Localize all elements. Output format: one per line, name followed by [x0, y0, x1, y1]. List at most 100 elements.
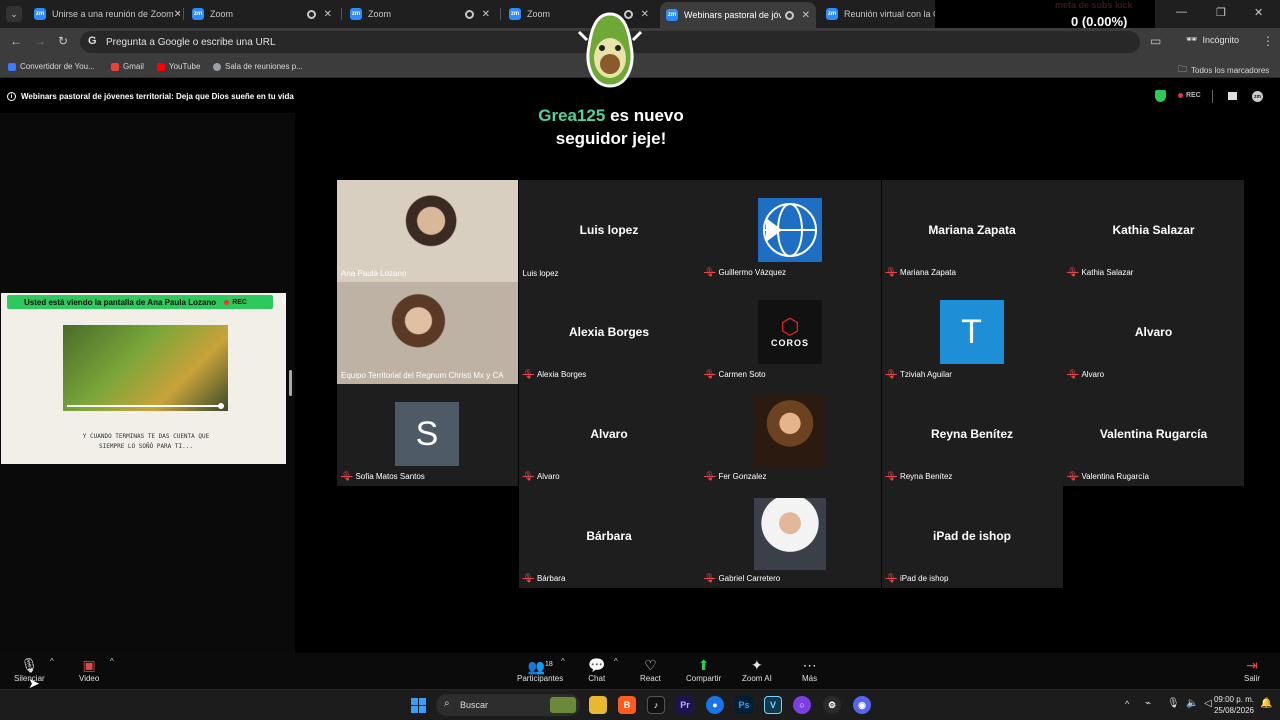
discord-icon[interactable]: ◉: [853, 696, 871, 714]
recording-indicator-icon: [306, 9, 316, 19]
rec-label: REC: [1186, 92, 1201, 99]
view-grid-icon[interactable]: [1228, 92, 1237, 100]
participant-tile[interactable]: Alvaro 🎙 Alvaro: [518, 384, 700, 486]
tab-webinars-active[interactable]: zm Webinars pastoral de jóvenes ✕: [660, 2, 816, 28]
notification-bell-icon[interactable]: 🔔: [1260, 698, 1272, 709]
heart-icon: ♡: [644, 657, 657, 673]
screen-share-preview[interactable]: Usted está viendo la pantalla de Ana Pau…: [1, 293, 286, 464]
participant-tile[interactable]: 🎙 Gabriel Carretero: [700, 486, 881, 588]
participant-name: Tziviah Aguilar: [899, 370, 952, 379]
participants-button[interactable]: 👥18 Participantes: [517, 656, 563, 683]
window-maximize-icon[interactable]: ❐: [1216, 6, 1226, 19]
tab-unirse-zoom[interactable]: zm Unirse a una reunión de Zoom ✕: [30, 4, 180, 24]
share-screen-button[interactable]: ⬆ Compartir: [686, 656, 721, 683]
participant-tile[interactable]: iPad de ishop 🎙 iPad de ishop: [881, 486, 1063, 588]
share-banner-text: Usted está viendo la pantalla de Ana Pau…: [24, 297, 217, 307]
participant-name-label: 🎙 Reyna Benítez: [886, 471, 953, 482]
window-close-icon[interactable]: ✕: [1254, 6, 1263, 19]
leave-label: Salir: [1244, 674, 1261, 683]
more-button[interactable]: ⋯ Más: [802, 656, 817, 683]
close-tab-icon[interactable]: ✕: [174, 9, 180, 20]
back-arrow-icon[interactable]: ←: [10, 34, 22, 48]
bookmark-gmail[interactable]: Gmail: [111, 62, 144, 71]
panel-resize-handle[interactable]: [289, 370, 292, 396]
reload-icon[interactable]: ↻: [58, 34, 68, 48]
bookmark-sala-reuniones[interactable]: Sala de reuniones p...: [213, 62, 303, 71]
participant-tile[interactable]: T 🎙 Tziviah Aguilar: [881, 282, 1063, 384]
audio-options-chevron-icon[interactable]: ^: [50, 657, 54, 666]
window-minimize-icon[interactable]: —: [1176, 6, 1187, 18]
leave-door-icon: ⇥: [1246, 657, 1258, 673]
participant-tile[interactable]: 🎙 Fer Gonzalez: [700, 384, 881, 486]
settings-gear-icon[interactable]: ⚙: [823, 696, 841, 714]
tray-mic-icon[interactable]: 🎙: [1167, 698, 1180, 709]
video-options-chevron-icon[interactable]: ^: [110, 657, 114, 666]
recording-indicator-icon: [784, 10, 794, 20]
follower-line1: es nuevo: [605, 106, 684, 125]
tray-volume-icon[interactable]: 🔈: [1186, 698, 1198, 709]
chat-bubble-icon: 💬: [588, 657, 606, 673]
tab-separator: [500, 8, 501, 20]
zoom-avatar-icon[interactable]: zm: [1252, 91, 1263, 102]
video-button[interactable]: ▣ Video: [79, 656, 99, 683]
tiktok-icon[interactable]: ♪: [647, 696, 665, 714]
bookmark-youtube[interactable]: YouTube: [157, 62, 200, 71]
react-button[interactable]: ♡ React: [640, 656, 661, 683]
caption-line-1: Y CUANDO TERMINAS TE DAS CUENTA QUE: [82, 433, 210, 440]
participant-tile[interactable]: Alvaro 🎙 Alvaro: [1063, 282, 1244, 384]
tab-zoom-1[interactable]: zm Zoom ✕: [188, 4, 338, 24]
system-clock[interactable]: 09:00 p. m. 25/08/2026: [1214, 694, 1254, 716]
vegas-icon[interactable]: V: [764, 696, 782, 714]
participant-tile[interactable]: Reyna Benítez 🎙 Reyna Benítez: [881, 384, 1063, 486]
brave-browser-icon[interactable]: B: [618, 696, 636, 714]
tab-search-dropdown[interactable]: ⌄: [6, 6, 22, 22]
participant-tile[interactable]: S 🎙 Sofia Matos Santos: [337, 384, 518, 486]
close-tab-icon[interactable]: ✕: [482, 9, 490, 20]
incognito-indicator[interactable]: 🕶 Incógnito: [1186, 34, 1239, 45]
participant-tile[interactable]: Mariana Zapata 🎙 Mariana Zapata: [881, 180, 1063, 282]
close-tab-icon[interactable]: ✕: [802, 10, 810, 21]
video-progress-bar[interactable]: [67, 405, 223, 407]
chrome-icon[interactable]: ●: [706, 696, 724, 714]
video-progress-handle[interactable]: [218, 403, 224, 409]
bookmark-convertidor[interactable]: Convertidor de You...: [8, 62, 95, 71]
tray-network-icon[interactable]: ⌁: [1145, 698, 1151, 709]
zoom-favicon-icon: zm: [509, 8, 521, 20]
participant-tile[interactable]: ⬡ COROS 🎙 Carmen Soto: [700, 282, 881, 384]
participant-tile[interactable]: 🎙 Guillermo Vázquez: [700, 180, 881, 282]
zoom-ai-button[interactable]: ✦ Zoom AI: [742, 656, 772, 683]
view-options-chevron-icon[interactable]: V: [281, 296, 286, 306]
windows-start-icon[interactable]: [411, 698, 426, 713]
participants-chevron-icon[interactable]: ^: [561, 657, 565, 666]
participant-tile[interactable]: Luis lopez Luis lopez: [518, 180, 700, 282]
google-g-icon: G: [88, 35, 97, 47]
participant-tile[interactable]: Kathia Salazar 🎙 Kathia Salazar: [1063, 180, 1244, 282]
participant-tile[interactable]: Equipo Territorial del Regnum Christi Mx…: [337, 282, 518, 384]
participant-tile[interactable]: Alexia Borges 🎙 Alexia Borges: [518, 282, 700, 384]
tray-speaker-icon[interactable]: ◁: [1204, 698, 1212, 709]
tray-chevron-up-icon[interactable]: ^: [1125, 699, 1129, 709]
reading-mode-icon[interactable]: ▭: [1150, 34, 1161, 48]
browser-menu-icon[interactable]: ⋮: [1262, 34, 1274, 48]
premiere-pro-icon[interactable]: Pr: [676, 696, 694, 714]
chat-button[interactable]: 💬 Chat: [588, 656, 605, 683]
photoshop-icon[interactable]: Ps: [735, 696, 753, 714]
file-explorer-icon[interactable]: [589, 696, 607, 714]
all-bookmarks-label: Todos los marcadores: [1191, 65, 1270, 75]
leave-button[interactable]: ⇥ Salir: [1244, 656, 1260, 683]
close-tab-icon[interactable]: ✕: [324, 9, 332, 20]
streaming-app-icon[interactable]: ○: [793, 696, 811, 714]
chat-chevron-icon[interactable]: ^: [614, 657, 618, 666]
tab-zoom-2[interactable]: zm Zoom ✕: [346, 4, 496, 24]
participant-tile[interactable]: Ana Paula Lozano: [337, 180, 518, 282]
participant-name-label: 🎙 Alvaro: [1067, 369, 1104, 380]
security-shield-icon[interactable]: [1155, 90, 1166, 102]
info-icon[interactable]: i: [7, 92, 16, 101]
participant-tile[interactable]: Valentina Rugarcía 🎙 Valentina Rugarcía: [1063, 384, 1244, 486]
forward-arrow-icon[interactable]: →: [34, 34, 46, 48]
participant-name: Guillermo Vázquez: [718, 268, 787, 277]
all-bookmarks[interactable]: 🗀 Todos los marcadores: [1178, 62, 1269, 78]
taskbar-search[interactable]: ⌕ Buscar: [436, 694, 580, 716]
participant-tile[interactable]: Bárbara 🎙 Bárbara: [518, 486, 700, 588]
muted-mic-icon: 🎙: [522, 573, 534, 583]
